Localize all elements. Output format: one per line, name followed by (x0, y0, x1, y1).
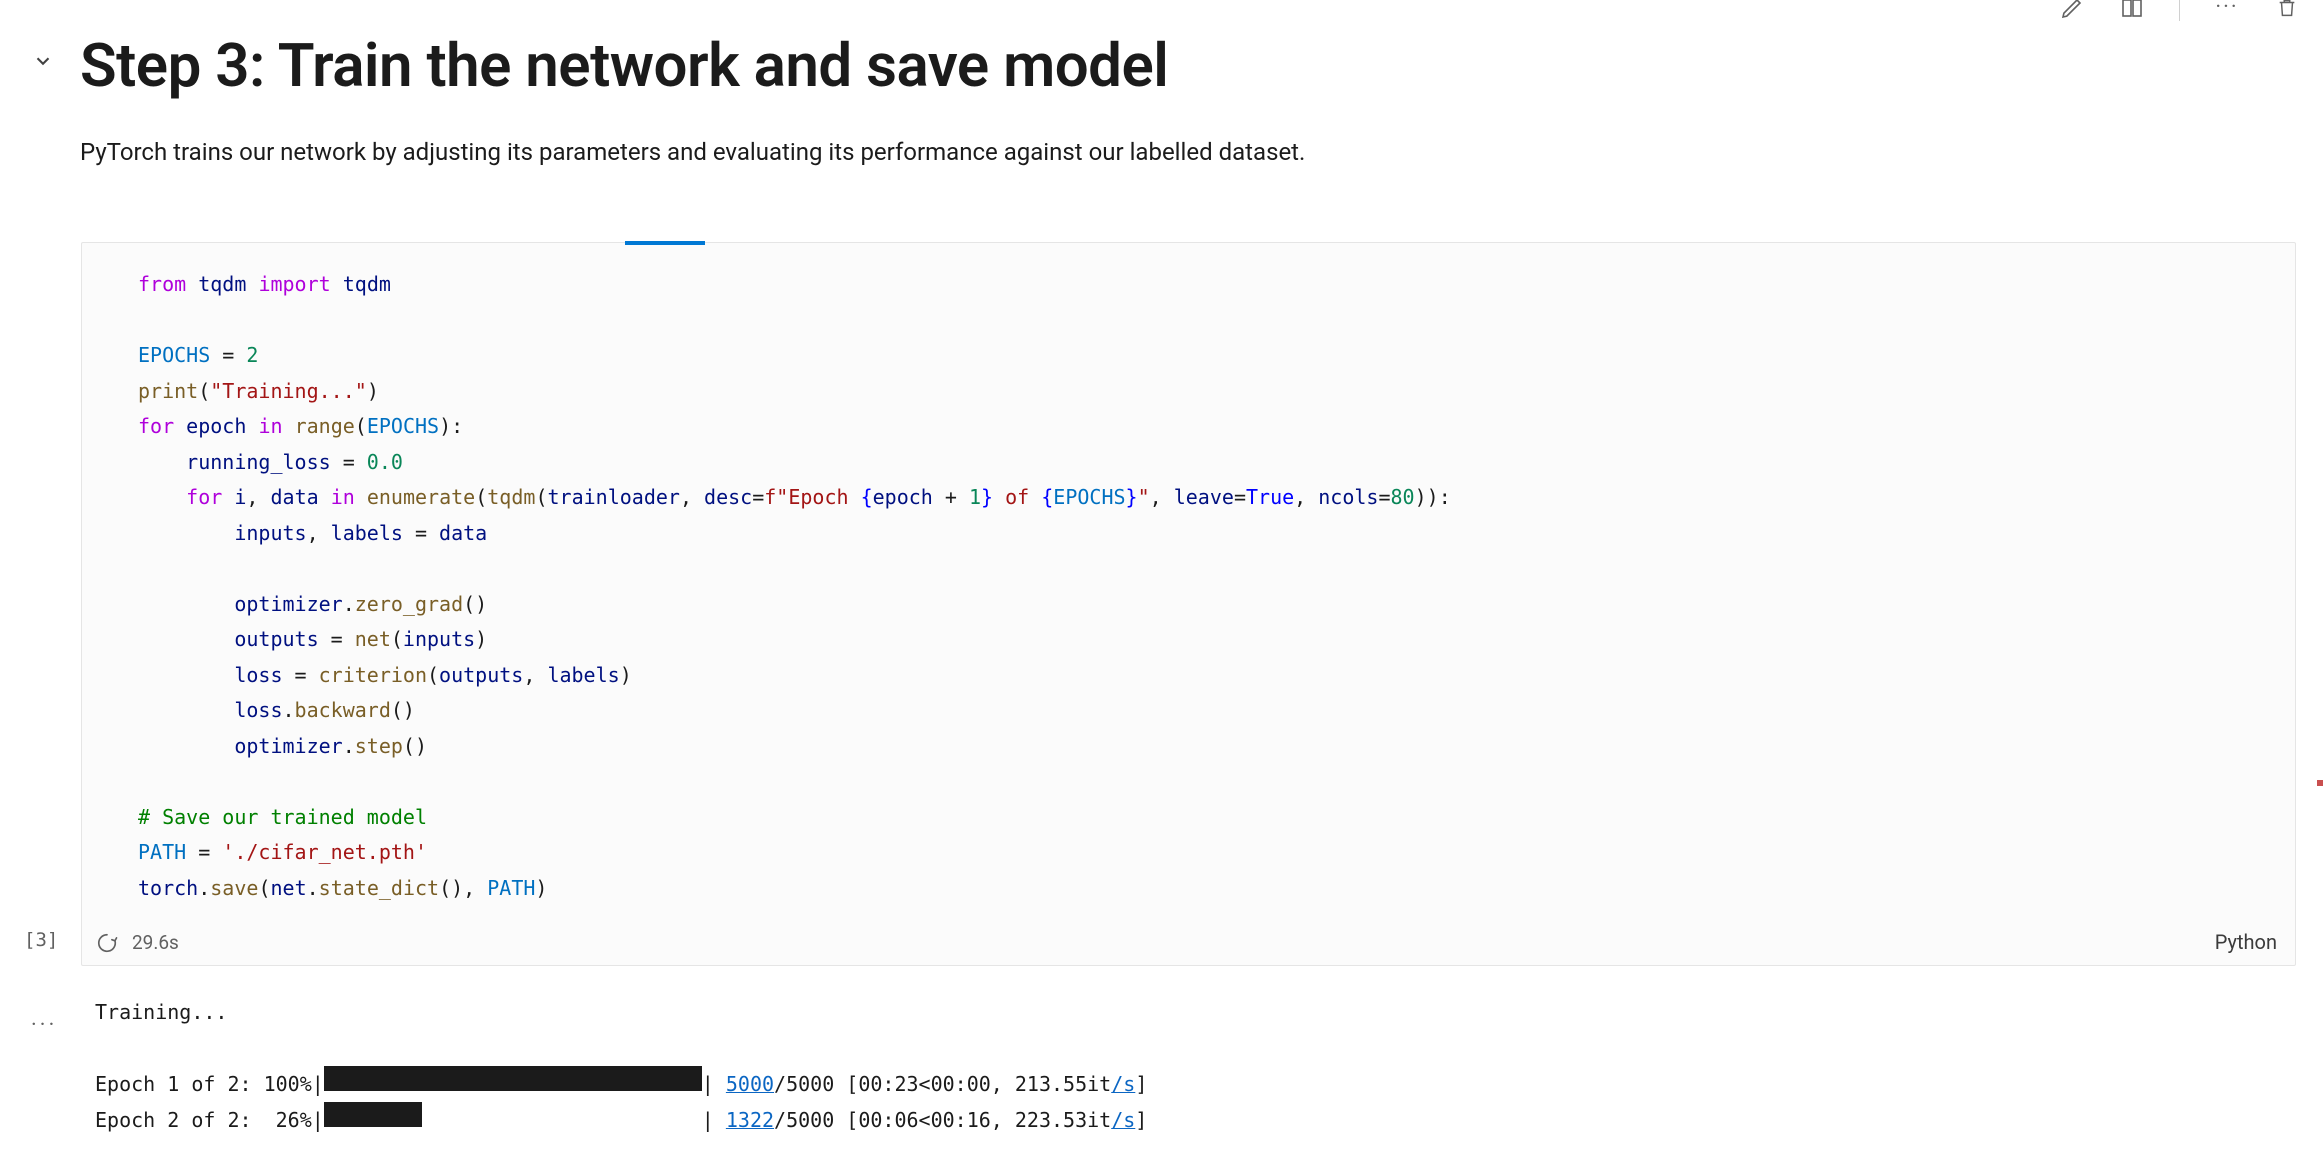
chevron-down-icon[interactable] (32, 50, 50, 68)
execution-count: [3] (24, 927, 58, 955)
progress-bar-fill (324, 1066, 702, 1091)
pencil-icon[interactable] (2059, 0, 2085, 21)
execution-time: 29.6s (132, 929, 179, 957)
running-progress-indicator (625, 241, 705, 245)
ellipsis-icon[interactable]: ··· (2214, 0, 2240, 21)
output-line: Epoch 1 of 2: 100%|| 5000/5000 [00:23<00… (95, 1072, 1147, 1096)
progress-bar-empty (422, 1102, 702, 1127)
markdown-cell: Step 3: Train the network and save model… (24, 22, 2300, 170)
cell-status-bar: 29.6s Python (82, 920, 2295, 965)
output-line: Training... (95, 1000, 227, 1024)
minimap-indicator (2317, 780, 2323, 786)
section-description: PyTorch trains our network by adjusting … (80, 135, 2300, 170)
output-line: Epoch 2 of 2: 26%|| 1322/5000 [00:06<00:… (95, 1108, 1147, 1132)
progress-bar-fill (324, 1102, 422, 1127)
section-heading: Step 3: Train the network and save model (80, 22, 2300, 109)
toolbar-separator (2179, 0, 2180, 21)
spinner-icon (96, 932, 118, 954)
cell-toolbar: ··· (2059, 0, 2300, 16)
code-editor[interactable]: from tqdm import tqdm EPOCHS = 2 print("… (82, 243, 2295, 920)
trash-icon[interactable] (2274, 0, 2300, 21)
cell-output: Training... Epoch 1 of 2: 100%|| 5000/50… (95, 994, 1147, 1138)
code-cell[interactable]: [3] from tqdm import tqdm EPOCHS = 2 pri… (81, 242, 2296, 966)
cell-language[interactable]: Python (2215, 928, 2277, 957)
split-icon[interactable] (2119, 0, 2145, 21)
output-options-ellipsis[interactable]: ... (31, 1003, 57, 1035)
